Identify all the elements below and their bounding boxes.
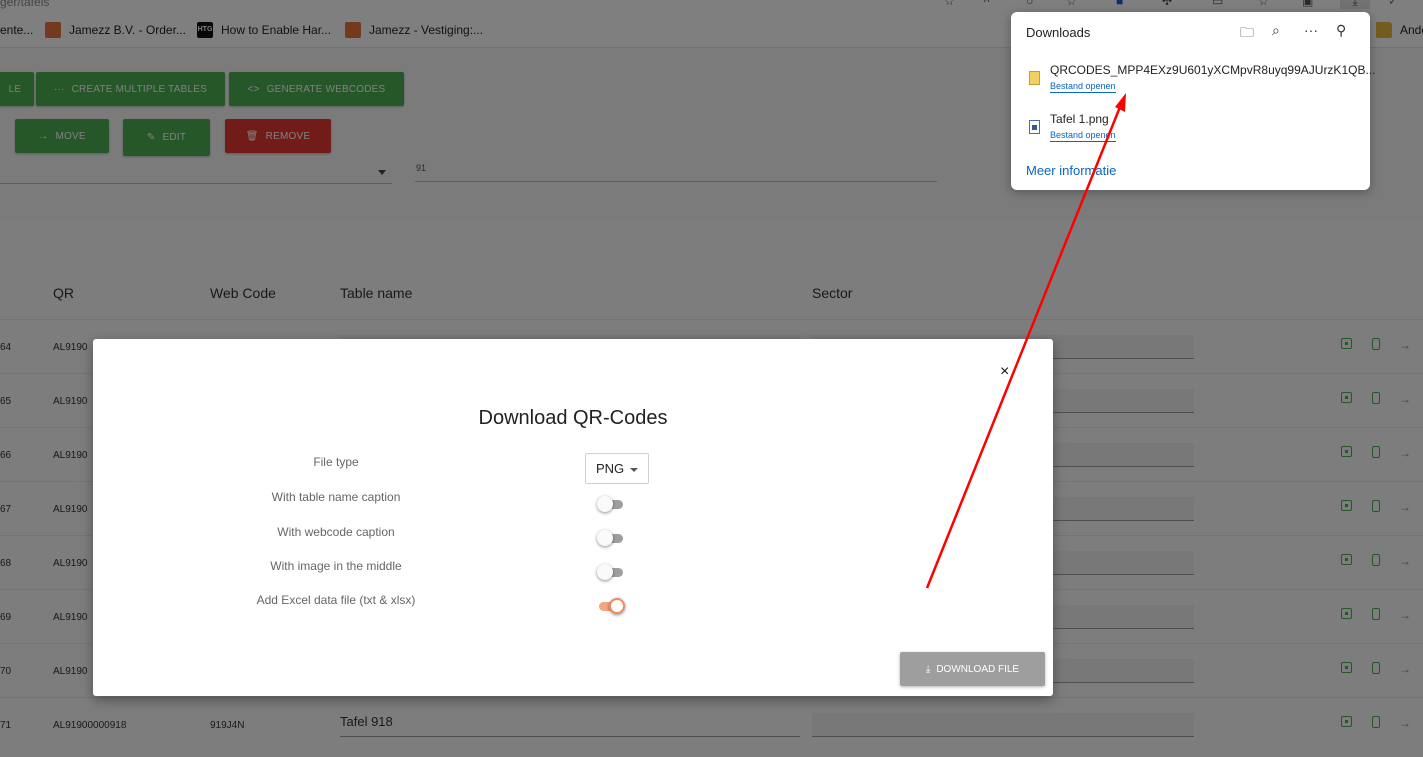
- download-item[interactable]: Tafel 1.png Bestand openen: [1025, 112, 1355, 152]
- file-type-value: PNG: [596, 461, 625, 476]
- download-file-name: Tafel 1.png: [1050, 112, 1109, 126]
- excel-data-toggle[interactable]: [597, 598, 625, 614]
- download-file-button[interactable]: ⤓ DOWNLOAD FILE: [900, 652, 1045, 686]
- more-icon[interactable]: ···: [1304, 22, 1318, 38]
- more-info-link[interactable]: Meer informatie: [1026, 163, 1116, 178]
- downloads-panel: Downloads 🗀 ⌕ ··· ⚲ QRCODES_MPP4EXz9U601…: [1011, 12, 1375, 190]
- open-file-link[interactable]: Bestand openen: [1050, 130, 1116, 142]
- download-qr-codes-dialog: × Download QR-Codes File type PNG With t…: [93, 339, 1053, 696]
- image-middle-label: With image in the middle: [270, 559, 402, 573]
- pin-icon[interactable]: ⚲: [1336, 22, 1346, 39]
- toggle-knob: [609, 598, 625, 614]
- search-icon[interactable]: ⌕: [1272, 22, 1280, 39]
- excel-data-label: Add Excel data file (txt & xlsx): [256, 593, 416, 607]
- downloads-title: Downloads: [1026, 25, 1091, 40]
- toggle-knob: [597, 496, 613, 512]
- image-middle-toggle[interactable]: [597, 564, 623, 580]
- open-file-link[interactable]: Bestand openen: [1050, 81, 1116, 93]
- file-type-select[interactable]: PNG: [585, 453, 649, 484]
- file-type-label: File type: [313, 455, 359, 469]
- download-icon: ⤓: [925, 663, 931, 675]
- toggle-knob: [597, 564, 613, 580]
- close-icon[interactable]: ×: [1000, 363, 1009, 381]
- table-name-caption-toggle[interactable]: [597, 496, 623, 512]
- png-file-icon: [1029, 120, 1040, 134]
- toggle-knob: [597, 530, 613, 546]
- download-file-name: QRCODES_MPP4EXz9U601yXCMpvR8uyq99AJUrzK1…: [1050, 63, 1376, 77]
- caret-down-icon: [630, 468, 638, 472]
- open-folder-icon[interactable]: 🗀: [1240, 22, 1254, 46]
- zip-file-icon: [1029, 71, 1040, 85]
- downloads-tools: 🗀 ⌕ ··· ⚲: [1236, 22, 1361, 42]
- webcode-caption-label: With webcode caption: [277, 525, 395, 539]
- dialog-title: Download QR-Codes: [478, 407, 668, 429]
- table-name-caption-label: With table name caption: [271, 490, 401, 504]
- webcode-caption-toggle[interactable]: [597, 530, 623, 546]
- download-item[interactable]: QRCODES_MPP4EXz9U601yXCMpvR8uyq99AJUrzK1…: [1025, 63, 1375, 103]
- button-label: DOWNLOAD FILE: [936, 663, 1020, 675]
